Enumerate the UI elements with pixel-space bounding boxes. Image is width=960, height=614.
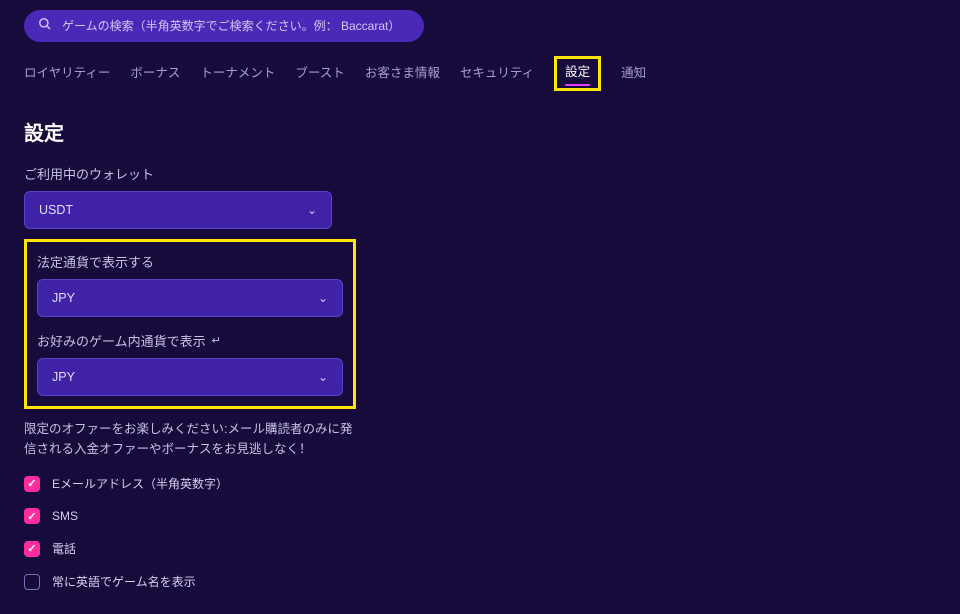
tab-tournament[interactable]: トーナメント [200, 62, 275, 87]
wallet-value: USDT [39, 203, 73, 217]
checkbox-icon: ✓ [24, 508, 40, 524]
fiat-value: JPY [52, 291, 75, 305]
checkbox-icon: ✓ [24, 476, 40, 492]
checkbox-label: 電話 [52, 540, 76, 557]
checkbox-label: 常に英語でゲーム名を表示 [52, 573, 196, 590]
tab-loyalty[interactable]: ロイヤリティー [24, 62, 110, 87]
wallet-select[interactable]: USDT ⌄ [24, 191, 332, 229]
search-icon [38, 17, 52, 36]
checkbox-sms[interactable]: ✓ SMS [24, 508, 936, 524]
return-icon: ↵ [212, 334, 221, 347]
wallet-label: ご利用中のウォレット [24, 164, 936, 183]
chevron-down-icon: ⌄ [318, 291, 328, 305]
ingame-label: お好みのゲーム内通貨で表示 [37, 331, 206, 350]
checkbox-phone[interactable]: ✓ 電話 [24, 540, 936, 557]
tab-boost[interactable]: ブースト [295, 62, 344, 87]
fiat-label: 法定通貨で表示する [37, 252, 343, 271]
chevron-down-icon: ⌄ [318, 370, 328, 384]
ingame-value: JPY [52, 370, 75, 384]
page-title: 設定 [24, 117, 936, 146]
search-bar[interactable] [24, 10, 424, 42]
highlight-tab-settings: 設定 [554, 56, 601, 91]
account-tabs: ロイヤリティー ボーナス トーナメント ブースト お客さま情報 セキュリティ 設… [24, 62, 936, 91]
search-input[interactable] [62, 19, 410, 33]
checkbox-label: SMS [52, 509, 78, 523]
checkbox-icon: ✓ [24, 541, 40, 557]
checkbox-english-names[interactable]: 常に英語でゲーム名を表示 [24, 573, 936, 590]
checkbox-email[interactable]: ✓ Eメールアドレス（半角英数字） [24, 475, 936, 492]
tab-bonus[interactable]: ボーナス [130, 62, 180, 87]
chevron-down-icon: ⌄ [307, 203, 317, 217]
checkbox-icon [24, 574, 40, 590]
checkbox-label: Eメールアドレス（半角英数字） [52, 475, 228, 492]
tab-security[interactable]: セキュリティ [460, 62, 534, 87]
ingame-select[interactable]: JPY ⌄ [37, 358, 343, 396]
tab-customer-info[interactable]: お客さま情報 [365, 62, 440, 87]
tab-settings[interactable]: 設定 [565, 61, 590, 84]
offers-description: 限定のオファーをお楽しみください:メール購読者のみに発 信される入金オファーやボ… [24, 419, 404, 459]
fiat-select[interactable]: JPY ⌄ [37, 279, 343, 317]
tab-notifications[interactable]: 通知 [621, 62, 646, 87]
highlight-currency-group: 法定通貨で表示する JPY ⌄ お好みのゲーム内通貨で表示 ↵ JPY ⌄ [24, 239, 356, 409]
